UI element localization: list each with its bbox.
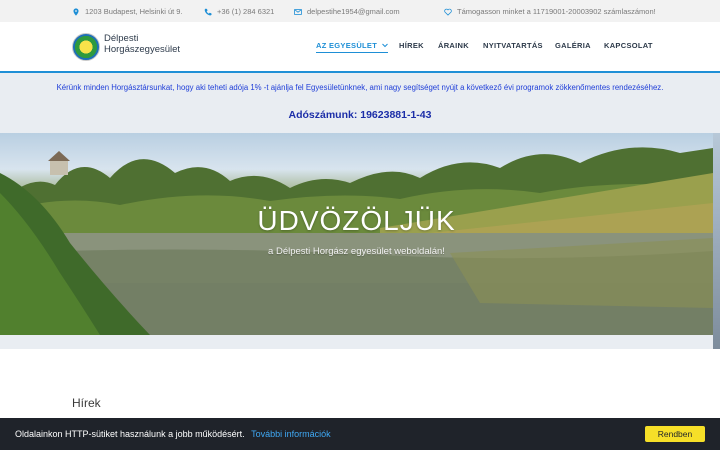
cookie-accept-button[interactable]: Rendben <box>645 426 705 442</box>
phone-item: +36 (1) 284 6321 <box>204 7 274 16</box>
envelope-icon <box>294 8 302 15</box>
tax-id: Adószámunk: 19623881-1-43 <box>288 109 432 121</box>
notice-text: Kérünk minden Horgásztársunkat, hogy aki… <box>56 83 664 92</box>
support-item: Támogasson minket a 11719001-20003902 sz… <box>444 7 656 16</box>
cookie-bar: Oldalainkon HTTP-sütiket használunk a jo… <box>0 418 720 450</box>
support-text: Támogasson minket a 11719001-20003902 sz… <box>457 7 656 16</box>
hero-banner: ÜDVÖZÖLJÜK a Délpesti Horgász egyesület … <box>0 133 713 335</box>
donation-notice: Kérünk minden Horgásztársunkat, hogy aki… <box>0 73 720 133</box>
brand-line2: Horgászegyesület <box>104 44 181 55</box>
email-text[interactable]: delpestihe1954@gmail.com <box>307 7 400 16</box>
phone-text[interactable]: +36 (1) 284 6321 <box>217 7 274 16</box>
brand-name[interactable]: Délpesti Horgászegyesület <box>104 33 180 55</box>
cookie-more-info-link[interactable]: További információk <box>251 429 331 439</box>
phone-icon <box>204 8 212 15</box>
address-item: 1203 Budapest, Helsinki út 9. <box>72 7 183 16</box>
email-item: delpestihe1954@gmail.com <box>294 7 400 16</box>
nav-label: AZ EGYESÜLET <box>316 41 378 50</box>
nav-item-hirek[interactable]: HÍREK <box>399 41 424 50</box>
top-info-bar: 1203 Budapest, Helsinki út 9. +36 (1) 28… <box>0 0 720 22</box>
cookie-message: Oldalainkon HTTP-sütiket használunk a jo… <box>15 429 331 439</box>
site-header: Délpesti Horgászegyesület AZ EGYESÜLET H… <box>0 22 720 71</box>
hero-edge-strip <box>713 133 720 349</box>
nav-item-kapcsolat[interactable]: KAPCSOLAT <box>604 41 653 50</box>
map-pin-icon <box>73 7 79 16</box>
nav-item-az-egyesulet[interactable]: AZ EGYESÜLET <box>316 41 388 53</box>
nav-item-nyitvatartas[interactable]: NYITVATARTÁS <box>483 41 543 50</box>
nav-item-araink[interactable]: ÁRAINK <box>438 41 469 50</box>
brand-line1: Délpesti <box>104 33 139 44</box>
hero-subtitle: a Délpesti Horgász egyesület weboldalán! <box>268 246 445 257</box>
hero-title: ÜDVÖZÖLJÜK <box>257 205 456 236</box>
nav-item-galeria[interactable]: GALÉRIA <box>555 41 591 50</box>
address-text: 1203 Budapest, Helsinki út 9. <box>85 7 183 16</box>
hero-bottom-band <box>0 335 713 349</box>
news-section-title: Hírek <box>72 396 101 410</box>
cookie-text: Oldalainkon HTTP-sütiket használunk a jo… <box>15 429 245 439</box>
heart-icon <box>444 8 452 16</box>
chevron-down-icon <box>381 43 388 48</box>
club-logo[interactable] <box>72 33 100 61</box>
